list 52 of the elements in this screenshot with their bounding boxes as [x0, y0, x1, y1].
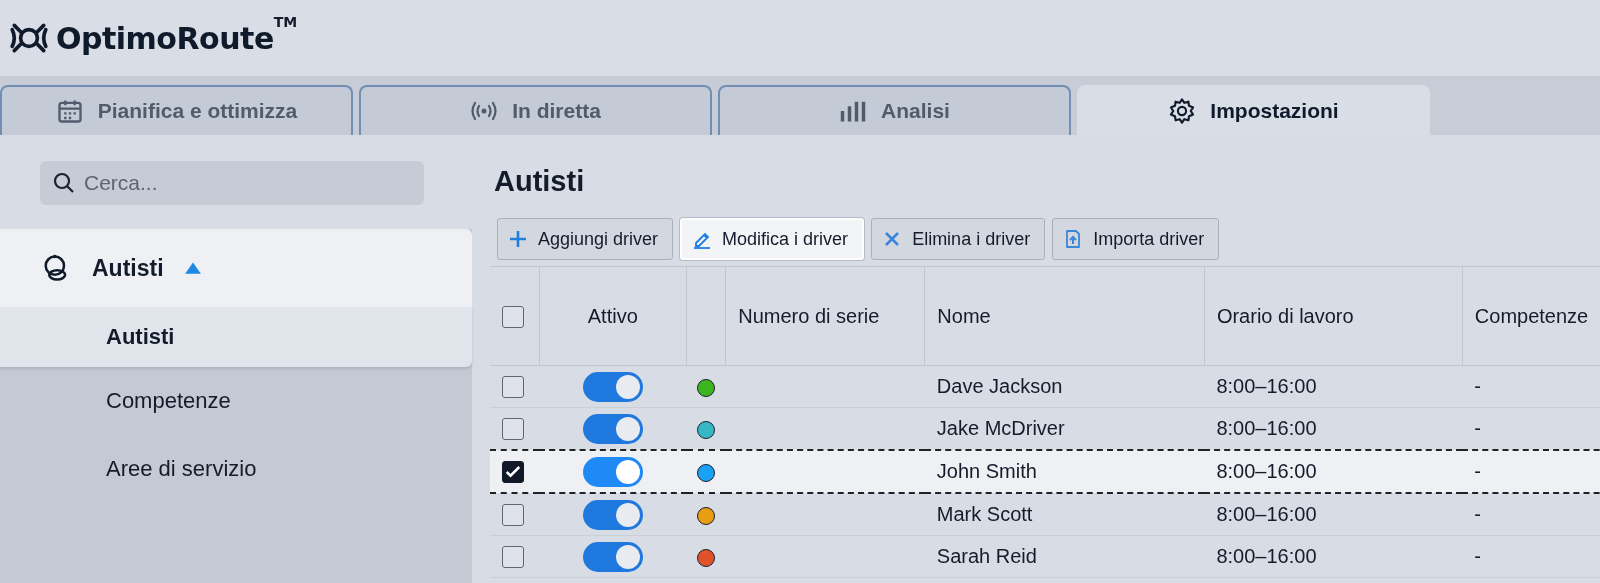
table-cell: Mark Scott — [936, 503, 1033, 525]
settings-icon — [1168, 97, 1197, 125]
toolbar-button[interactable]: Modifica i driver — [680, 218, 865, 260]
search-icon — [52, 171, 76, 195]
toolbar-button[interactable]: Aggiungi driver — [497, 218, 674, 260]
nav-tab[interactable]: Pianifica e ottimizza — [0, 85, 353, 135]
toolbar-button[interactable]: Importa driver — [1052, 218, 1220, 260]
sidebar-item[interactable]: Autisti — [0, 307, 472, 367]
selected-row[interactable]: John Smith 8:00–16:00 - — [490, 450, 1600, 493]
table-cell: 8:00–16:00 — [1216, 460, 1317, 482]
plus-icon — [508, 229, 528, 249]
sidebar-item[interactable]: Competenze — [0, 367, 472, 435]
toolbar-button[interactable]: Elimina i driver — [871, 218, 1046, 260]
checkbox[interactable] — [502, 546, 524, 569]
toggle-switch[interactable] — [582, 371, 643, 402]
column-header: Orario di lavoro — [1216, 304, 1354, 327]
toggle-switch[interactable] — [582, 413, 643, 444]
brand-name: OptimoRoute — [56, 20, 274, 56]
checkbox[interactable] — [502, 305, 524, 328]
table-cell: 8:00–16:00 — [1216, 375, 1317, 397]
nav-tab[interactable]: In diretta — [359, 85, 712, 135]
column-header: Numero di serie — [738, 304, 880, 327]
table-cell: - — [1474, 545, 1481, 567]
column-header: Attivo — [587, 304, 638, 327]
checkbox[interactable] — [502, 504, 524, 527]
table-cell: - — [1474, 375, 1481, 397]
section-label: Autisti — [92, 254, 164, 282]
table-cell: - — [1474, 503, 1481, 525]
nav-tab[interactable]: Analisi — [718, 85, 1071, 135]
sidebar-item[interactable]: Aree di servizio — [0, 435, 472, 503]
page-title: Autisti — [494, 165, 586, 198]
table-cell: 8:00–16:00 — [1216, 503, 1317, 525]
column-header: Nome — [937, 304, 991, 327]
checkbox[interactable] — [502, 418, 524, 441]
trademark-mark: TM — [273, 14, 298, 30]
checkbox[interactable] — [502, 376, 524, 399]
table-cell: - — [1474, 460, 1481, 482]
nav-tab[interactable]: Impostazioni — [1077, 85, 1430, 135]
table-cell: - — [1474, 417, 1481, 439]
toggle-switch[interactable] — [582, 499, 643, 530]
table-cell: John Smith — [936, 460, 1037, 482]
table-cell: 8:00–16:00 — [1216, 417, 1317, 439]
table-cell: Dave Jackson — [936, 375, 1063, 397]
table-cell: Sarah Reid — [936, 545, 1037, 567]
table-cell: Jake McDriver — [936, 417, 1065, 439]
toggle-switch[interactable] — [582, 541, 643, 572]
checkbox[interactable] — [502, 461, 524, 484]
search-field[interactable]: Cerca... — [40, 161, 424, 205]
sidebar-section[interactable]: Autisti — [0, 229, 472, 307]
table-cell: 8:00–16:00 — [1216, 545, 1317, 567]
column-header: Competenze — [1474, 304, 1589, 327]
toggle-switch[interactable] — [582, 456, 643, 487]
